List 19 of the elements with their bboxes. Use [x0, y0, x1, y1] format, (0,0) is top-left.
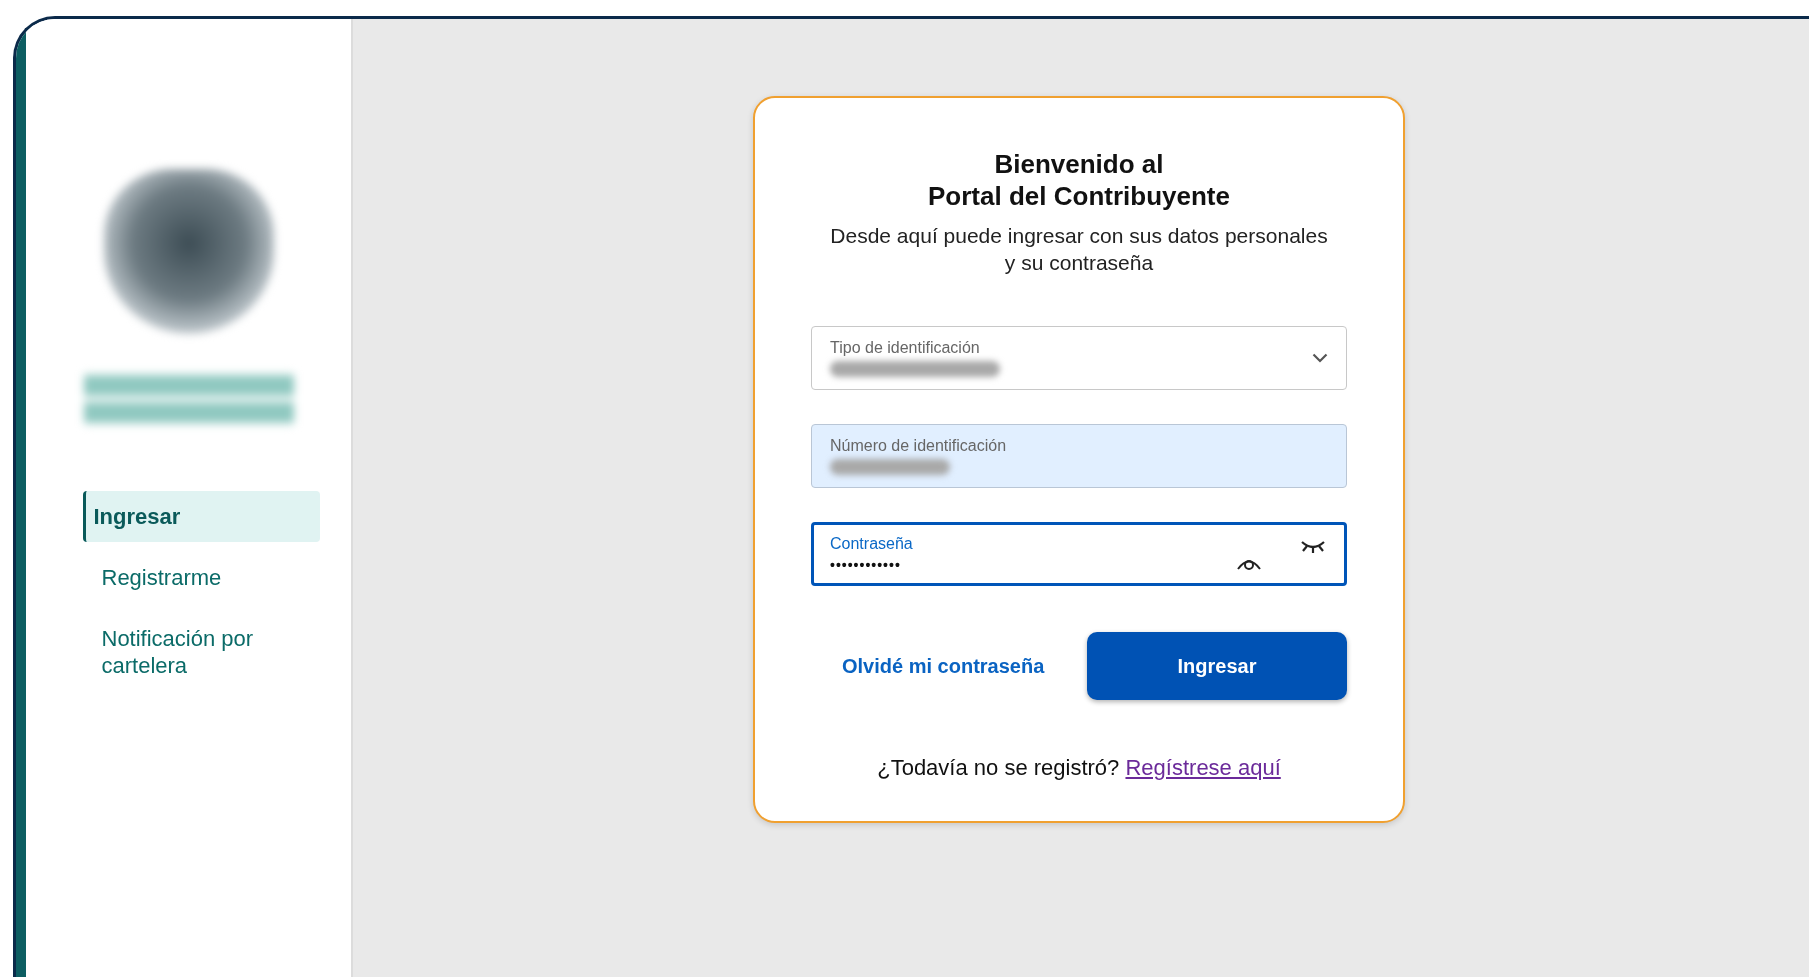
sidebar-nav-item[interactable]: Notificación por cartelera: [82, 613, 320, 691]
register-link[interactable]: Regístrese aquí: [1125, 755, 1281, 780]
card-title: Portal del Contribuyente: [928, 180, 1230, 212]
field-label: Contraseña: [830, 535, 914, 553]
closed-eye-icon[interactable]: [1300, 539, 1326, 555]
field-label: Número de identificación: [830, 437, 1008, 455]
login-button[interactable]: Ingresar: [1087, 632, 1347, 700]
password-value: ••••••••••••: [830, 557, 902, 573]
chevron-down-icon[interactable]: [1312, 353, 1328, 363]
card-title: Bienvenido al: [994, 148, 1164, 180]
sidebar-nav-item[interactable]: Registrarme: [82, 552, 320, 603]
select-field[interactable]: Tipo de identificación: [811, 326, 1347, 390]
forgot-password-link[interactable]: Olvidé mi contraseña: [842, 654, 1045, 678]
card-subtitle: Desde aquí puede ingresar con sus datos personales y su contraseña: [829, 223, 1329, 276]
field-label: Tipo de identificación: [830, 339, 981, 357]
register-prompt: ¿Todavía no se registró?: [877, 755, 1120, 780]
sidebar-nav-item[interactable]: Ingresar: [82, 491, 320, 542]
input-field[interactable]: Número de identificación: [811, 424, 1347, 488]
password-field[interactable]: Contraseña ••••••••••••: [811, 522, 1347, 586]
